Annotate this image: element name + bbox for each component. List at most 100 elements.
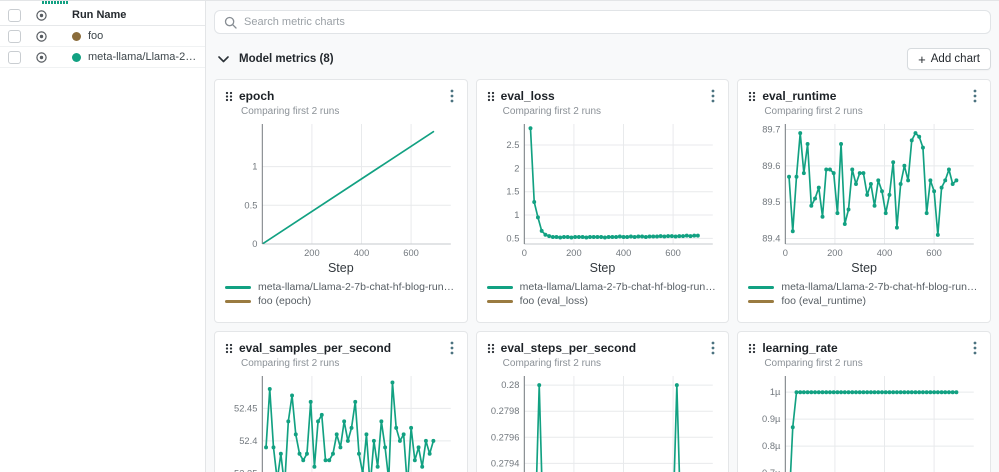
legend-label: meta-llama/Llama-2-7b-chat-hf-blog-run (… — [520, 281, 719, 293]
svg-text:52.4: 52.4 — [239, 435, 257, 446]
svg-text:0: 0 — [783, 247, 788, 258]
app-window: Run Name foo meta-llama/Llama-2-7b... — [0, 0, 999, 472]
svg-text:0.28: 0.28 — [501, 379, 519, 390]
chart-card-epoch: epoch Comparing first 2 runs 20040060000… — [214, 79, 468, 323]
run-color-dot — [72, 53, 81, 62]
chart-plot[interactable]: 02004006000.27920.27940.27960.27980.28 — [487, 370, 719, 472]
chart-legend: meta-llama/Llama-2-7b-chat-hf-blog-run (… — [748, 280, 980, 308]
chart-card-eval-runtime: eval_runtime Comparing first 2 runs 0200… — [737, 79, 991, 323]
svg-text:200: 200 — [827, 247, 843, 258]
chart-card-learning-rate: learning_rate Comparing first 2 runs 020… — [737, 331, 991, 472]
legend-label: foo (eval_runtime) — [781, 295, 866, 307]
runs-table-header: Run Name — [0, 5, 205, 26]
chart-plot[interactable]: 020040060052.3552.452.45 — [225, 370, 457, 472]
legend-swatch — [487, 286, 513, 289]
drag-handle-icon[interactable] — [225, 343, 233, 354]
drag-handle-icon[interactable] — [487, 343, 495, 354]
visibility-all-icon[interactable] — [35, 9, 48, 22]
drag-handle-icon[interactable] — [487, 91, 495, 102]
legend-label: foo (epoch) — [258, 295, 311, 307]
legend-swatch — [748, 286, 774, 289]
chart-title: eval_loss — [501, 89, 555, 103]
chart-plot[interactable]: 02004006000.511.522.5 — [487, 118, 719, 260]
chart-title: eval_samples_per_second — [239, 341, 391, 355]
run-name[interactable]: meta-llama/Llama-2-7b... — [88, 51, 198, 63]
drag-handle-icon[interactable] — [225, 91, 233, 102]
drag-handle-icon[interactable] — [748, 343, 756, 354]
svg-text:0.2798: 0.2798 — [491, 405, 520, 416]
legend-label: meta-llama/Llama-2-7b-chat-hf-blog-run (… — [258, 281, 457, 293]
drag-handle-icon[interactable] — [748, 91, 756, 102]
chart-legend: meta-llama/Llama-2-7b-chat-hf-blog-run (… — [225, 280, 457, 308]
svg-text:89.6: 89.6 — [763, 160, 781, 171]
section-title: Model metrics (8) — [239, 53, 334, 65]
svg-text:200: 200 — [304, 247, 320, 258]
svg-text:0.2794: 0.2794 — [491, 457, 520, 468]
chart-subtitle: Comparing first 2 runs — [764, 106, 980, 117]
svg-text:2: 2 — [514, 162, 519, 173]
run-visibility-icon[interactable] — [35, 30, 48, 43]
legend-label: meta-llama/Llama-2-7b-chat-hf-blog-run (… — [781, 281, 980, 293]
runs-sidebar: Run Name foo meta-llama/Llama-2-7b... — [0, 1, 206, 472]
chart-title: eval_steps_per_second — [501, 341, 636, 355]
svg-text:0.9µ: 0.9µ — [762, 413, 781, 424]
kebab-menu-icon[interactable] — [708, 340, 718, 356]
run-name[interactable]: foo — [88, 30, 103, 42]
search-input[interactable] — [244, 16, 981, 28]
charts-grid: epoch Comparing first 2 runs 200 400 600 0 0… — [214, 79, 991, 472]
legend-label: foo (eval_loss) — [520, 295, 588, 307]
svg-text:600: 600 — [665, 247, 681, 258]
chart-plot[interactable]: 02004006000.7µ0.8µ0.9µ1µ — [748, 370, 980, 472]
legend-swatch — [225, 300, 251, 303]
svg-text:0.5: 0.5 — [506, 232, 519, 243]
metrics-panel: Model metrics (8) + Add chart epoch Comp… — [206, 1, 999, 472]
accent-strip — [42, 1, 68, 4]
svg-text:1.5: 1.5 — [506, 186, 519, 197]
chart-title: epoch — [239, 89, 274, 103]
chart-card-eval-samples-per-second: eval_samples_per_second Comparing first … — [214, 331, 468, 472]
section-header-row: Model metrics (8) + Add chart — [216, 47, 991, 71]
add-chart-button[interactable]: + Add chart — [907, 48, 991, 70]
chevron-down-icon[interactable] — [216, 52, 230, 66]
run-checkbox[interactable] — [8, 30, 21, 43]
kebab-menu-icon[interactable] — [708, 88, 718, 104]
legend-swatch — [487, 300, 513, 303]
run-name-column-header: Run Name — [72, 9, 126, 21]
svg-text:2.5: 2.5 — [506, 139, 519, 150]
chart-card-eval-steps-per-second: eval_steps_per_second Comparing first 2 … — [476, 331, 730, 472]
chart-subtitle: Comparing first 2 runs — [503, 358, 719, 369]
x-axis-label: Step — [487, 261, 719, 275]
svg-text:0.8µ: 0.8µ — [762, 440, 781, 451]
svg-text:89.5: 89.5 — [763, 196, 781, 207]
kebab-menu-icon[interactable] — [970, 88, 980, 104]
run-row-foo[interactable]: foo — [0, 26, 205, 47]
search-icon — [224, 16, 237, 29]
x-axis-label: Step — [748, 261, 980, 275]
run-row-meta-llama[interactable]: meta-llama/Llama-2-7b... — [0, 47, 205, 68]
chart-subtitle: Comparing first 2 runs — [764, 358, 980, 369]
svg-text:400: 400 — [354, 247, 370, 258]
run-color-dot — [72, 32, 81, 41]
svg-text:600: 600 — [927, 247, 943, 258]
svg-text:0.7µ: 0.7µ — [762, 467, 781, 472]
chart-plot[interactable]: 020040060089.489.589.689.7 — [748, 118, 980, 260]
svg-text:1: 1 — [252, 160, 257, 171]
kebab-menu-icon[interactable] — [447, 88, 457, 104]
search-bar[interactable] — [214, 10, 991, 34]
kebab-menu-icon[interactable] — [970, 340, 980, 356]
chart-subtitle: Comparing first 2 runs — [503, 106, 719, 117]
svg-text:52.45: 52.45 — [234, 402, 257, 413]
svg-text:1: 1 — [514, 209, 519, 220]
select-all-checkbox[interactable] — [8, 9, 21, 22]
chart-plot[interactable]: 20040060000.51 — [225, 118, 457, 260]
chart-title: learning_rate — [762, 341, 837, 355]
svg-text:89.7: 89.7 — [763, 123, 781, 134]
run-checkbox[interactable] — [8, 51, 21, 64]
plus-icon: + — [918, 54, 926, 65]
svg-text:400: 400 — [877, 247, 893, 258]
svg-text:52.35: 52.35 — [234, 467, 257, 472]
kebab-menu-icon[interactable] — [447, 340, 457, 356]
run-visibility-icon[interactable] — [35, 51, 48, 64]
svg-text:0.5: 0.5 — [244, 199, 257, 210]
svg-text:400: 400 — [615, 247, 631, 258]
